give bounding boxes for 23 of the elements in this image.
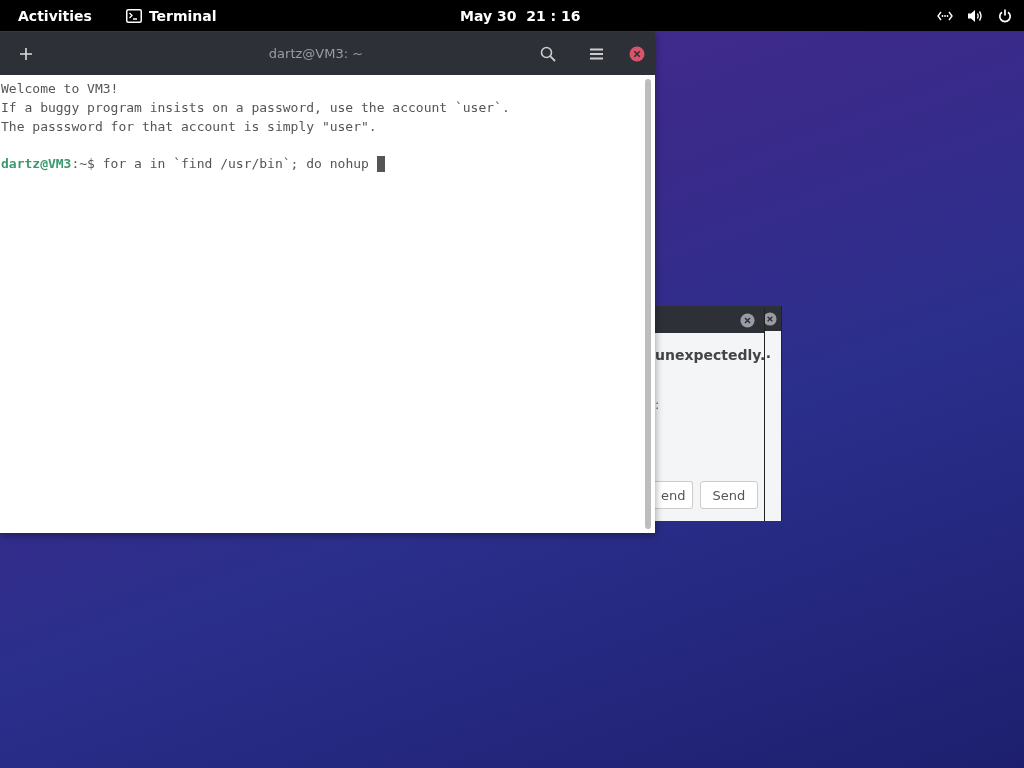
network-icon[interactable] xyxy=(937,10,953,21)
typed-command: for a in `find /usr/bin`; do nohup xyxy=(101,155,369,173)
terminal-icon xyxy=(125,8,142,23)
text-cursor xyxy=(376,155,385,172)
terminal-output-line: The passsword for that account is simply "user". xyxy=(1,118,378,136)
dialog-message: . xyxy=(765,345,771,361)
dialog-text: : xyxy=(655,397,661,412)
prompt-user-host: dartz@VM3 xyxy=(1,155,72,173)
scrollbar-thumb[interactable] xyxy=(645,79,651,529)
window-title: dartz@VM3: ~ xyxy=(267,46,365,61)
prompt-symbol: :~$ xyxy=(71,155,95,173)
terminal-output-line: If a buggy program insists on a password, use the account `user`. xyxy=(1,99,511,117)
terminal-output-line: Welcome to VM3! xyxy=(1,80,120,98)
close-button[interactable] xyxy=(740,313,755,328)
activities-button[interactable]: Activities xyxy=(18,7,92,24)
dialog-message: unexpectedly. xyxy=(655,347,764,363)
send-button[interactable]: Send xyxy=(699,481,759,509)
close-button[interactable] xyxy=(629,45,645,62)
app-menu-label[interactable]: Terminal xyxy=(148,7,217,24)
clock[interactable]: May 30 21 : 16 xyxy=(460,8,581,24)
volume-icon[interactable] xyxy=(967,8,984,23)
send-button[interactable]: end xyxy=(655,481,693,509)
power-icon[interactable] xyxy=(998,8,1012,23)
